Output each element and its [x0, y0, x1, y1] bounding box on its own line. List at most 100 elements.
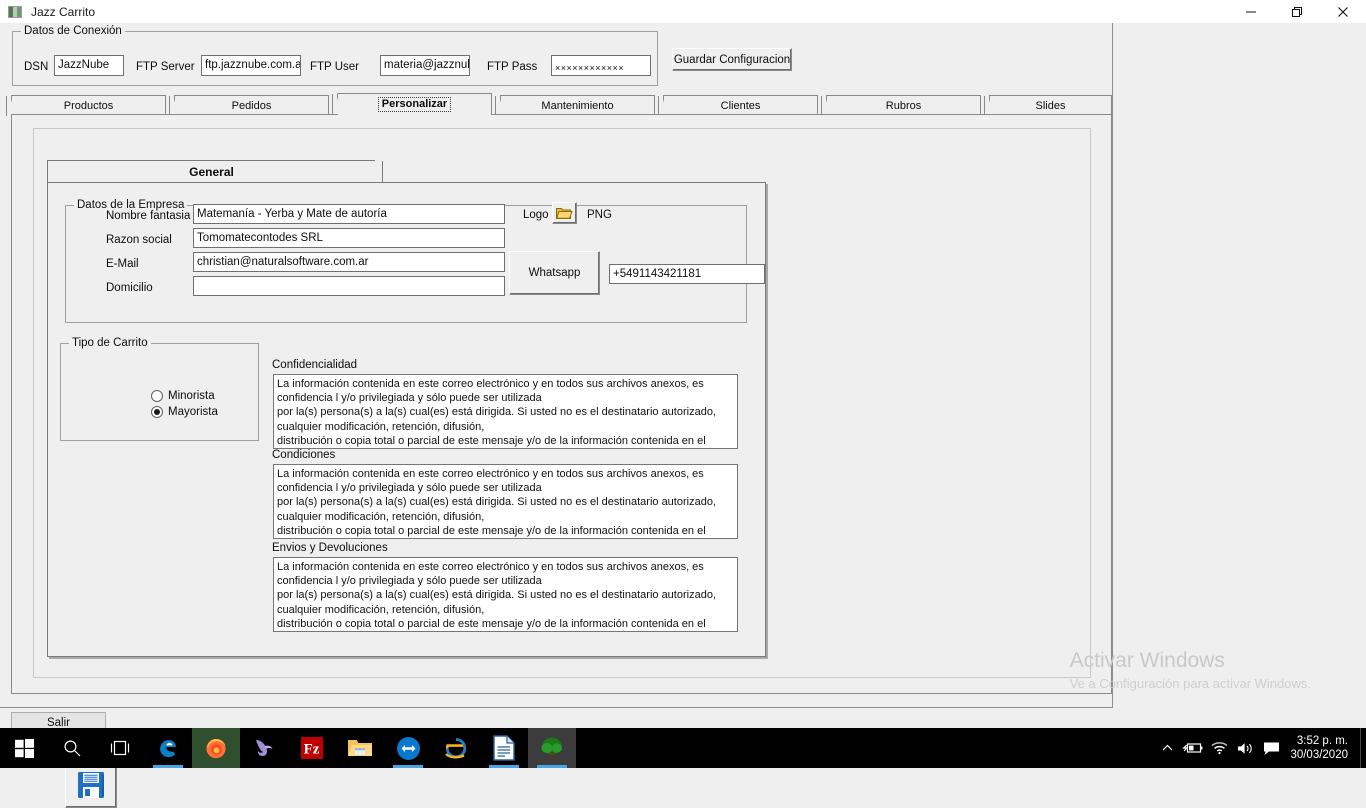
logo-label: Logo: [523, 209, 549, 221]
edge-legacy-button[interactable]: [144, 728, 192, 768]
ftp-pass-input[interactable]: ××××××××××××: [551, 55, 651, 76]
general-subtab-panel: Datos de la Empresa Nombre fantasia Mate…: [47, 182, 766, 657]
radio-button-icon: [151, 390, 163, 402]
ftp-server-label: FTP Server: [136, 61, 195, 73]
subtab-general[interactable]: General: [47, 160, 375, 183]
minimize-icon[interactable]: [1228, 0, 1274, 23]
radio-button-icon: [151, 406, 163, 418]
dsn-input[interactable]: JazzNube: [54, 55, 124, 76]
internet-explorer-button[interactable]: [432, 728, 480, 768]
dsn-label: DSN: [24, 61, 48, 73]
subtab-label: General: [189, 165, 234, 179]
tab-label: Pedidos: [232, 100, 272, 112]
windows-logo-icon: [15, 739, 34, 758]
start-button[interactable]: [0, 728, 48, 768]
app-bars-icon: [8, 6, 22, 18]
ftp-user-label: FTP User: [310, 61, 359, 73]
nombre-fantasia-input[interactable]: Matemanía - Yerba y Mate de autoría: [193, 204, 505, 224]
activate-windows-watermark: Activar Windows Ve a Configuración para …: [1070, 648, 1311, 694]
razon-social-label: Razon social: [106, 234, 172, 246]
tab-label: Rubros: [886, 100, 921, 112]
tab-pedidos[interactable]: Pedidos: [174, 95, 329, 115]
tree-icon: [539, 735, 565, 761]
task-view-button[interactable]: [96, 728, 144, 768]
connection-group-title: Datos de Conexión: [21, 25, 125, 37]
teamviewer-button[interactable]: [384, 728, 432, 768]
ftp-server-input[interactable]: ftp.jazznube.com.ar: [201, 55, 301, 76]
notifications-icon[interactable]: [1258, 728, 1284, 768]
search-icon: [63, 739, 82, 758]
taskbar-clock[interactable]: 3:52 p. m. 30/03/2020: [1284, 734, 1360, 762]
logo-browse-button[interactable]: [552, 202, 577, 224]
ftp-user-input[interactable]: materia@jazznube: [380, 55, 470, 76]
app-window: Datos de Conexión DSN JazzNube FTP Serve…: [0, 0, 1113, 708]
search-button[interactable]: [48, 728, 96, 768]
razon-social-input[interactable]: Tomomatecontodes SRL: [193, 228, 505, 248]
internet-explorer-icon: [443, 735, 469, 761]
window-titlebar: Jazz Carrito: [0, 0, 1366, 23]
whatsapp-button[interactable]: Whatsapp: [509, 251, 600, 295]
main-tabstrip: Productos Pedidos Personalizar Mantenimi…: [11, 95, 1112, 115]
radio-minorista[interactable]: Minorista: [151, 390, 215, 402]
taskbar: Fz: [0, 728, 1366, 768]
dolphin-icon: [251, 735, 277, 761]
tab-content-panel: General Datos de la Empresa Nombre fanta…: [11, 114, 1112, 694]
domicilio-label: Domicilio: [106, 282, 153, 294]
tab-label: Slides: [1036, 100, 1066, 112]
tab-slides[interactable]: Slides: [989, 95, 1112, 115]
radio-label: Mayorista: [168, 406, 218, 418]
condiciones-label: Condiciones: [272, 449, 335, 461]
filezilla-button[interactable]: Fz: [288, 728, 336, 768]
tab-label: Productos: [64, 100, 114, 112]
show-desktop-button[interactable]: [1360, 728, 1366, 768]
tab-mantenimiento[interactable]: Mantenimiento: [500, 95, 655, 115]
domicilio-input[interactable]: [193, 276, 505, 296]
dolphin-button[interactable]: [240, 728, 288, 768]
tab-personalizar[interactable]: Personalizar: [337, 93, 492, 115]
close-icon[interactable]: [1320, 0, 1366, 23]
ftp-pass-label: FTP Pass: [487, 61, 537, 73]
confidencialidad-textarea[interactable]: La información contenida en este correo …: [273, 374, 738, 449]
wifi-icon[interactable]: [1206, 728, 1232, 768]
firefox-button[interactable]: [192, 728, 240, 768]
general-subtab-control: General Datos de la Empresa Nombre fanta…: [47, 160, 766, 640]
folder-icon: [347, 737, 373, 759]
teamviewer-icon: [396, 736, 421, 761]
svg-text:Fz: Fz: [304, 742, 320, 758]
jazz-carrito-button[interactable]: [528, 728, 576, 768]
envios-label: Envios y Devoluciones: [272, 542, 388, 554]
task-view-icon: [109, 740, 131, 756]
tab-label: Mantenimiento: [541, 100, 613, 112]
speaker-icon[interactable]: [1232, 728, 1258, 768]
document-icon: [493, 735, 515, 761]
confidencialidad-label: Confidencialidad: [272, 359, 357, 371]
email-input[interactable]: christian@naturalsoftware.com.ar: [193, 252, 505, 272]
window-title: Jazz Carrito: [31, 5, 95, 19]
tab-productos[interactable]: Productos: [11, 95, 166, 115]
envios-textarea[interactable]: La información contenida en este correo …: [273, 557, 738, 632]
whatsapp-phone-input[interactable]: +5491143421181: [609, 264, 765, 284]
tab-clientes[interactable]: Clientes: [663, 95, 818, 115]
save-button[interactable]: [65, 762, 117, 808]
clock-date: 30/03/2020: [1290, 748, 1348, 762]
watermark-title: Activar Windows: [1070, 648, 1311, 674]
system-tray: 3:52 p. m. 30/03/2020: [1154, 728, 1366, 768]
libreoffice-writer-button[interactable]: [480, 728, 528, 768]
tab-rubros[interactable]: Rubros: [826, 95, 981, 115]
email-label: E-Mail: [106, 258, 139, 270]
clock-time: 3:52 p. m.: [1290, 734, 1348, 748]
save-config-button[interactable]: Guardar Configuracion: [672, 48, 792, 71]
radio-mayorista[interactable]: Mayorista: [151, 406, 218, 418]
logo-format-label: PNG: [587, 209, 612, 221]
battery-charging-icon[interactable]: [1180, 728, 1206, 768]
radio-label: Minorista: [168, 390, 215, 402]
file-explorer-button[interactable]: [336, 728, 384, 768]
folder-icon: [556, 206, 573, 220]
tab-label: Personalizar: [378, 97, 451, 112]
floppy-disk-icon: [76, 770, 106, 800]
restore-icon[interactable]: [1274, 0, 1320, 23]
show-hidden-icons-icon[interactable]: [1154, 728, 1180, 768]
condiciones-textarea[interactable]: La información contenida en este correo …: [273, 464, 738, 539]
personalizar-panel: General Datos de la Empresa Nombre fanta…: [33, 128, 1091, 678]
nombre-fantasia-label: Nombre fantasia: [106, 210, 190, 222]
